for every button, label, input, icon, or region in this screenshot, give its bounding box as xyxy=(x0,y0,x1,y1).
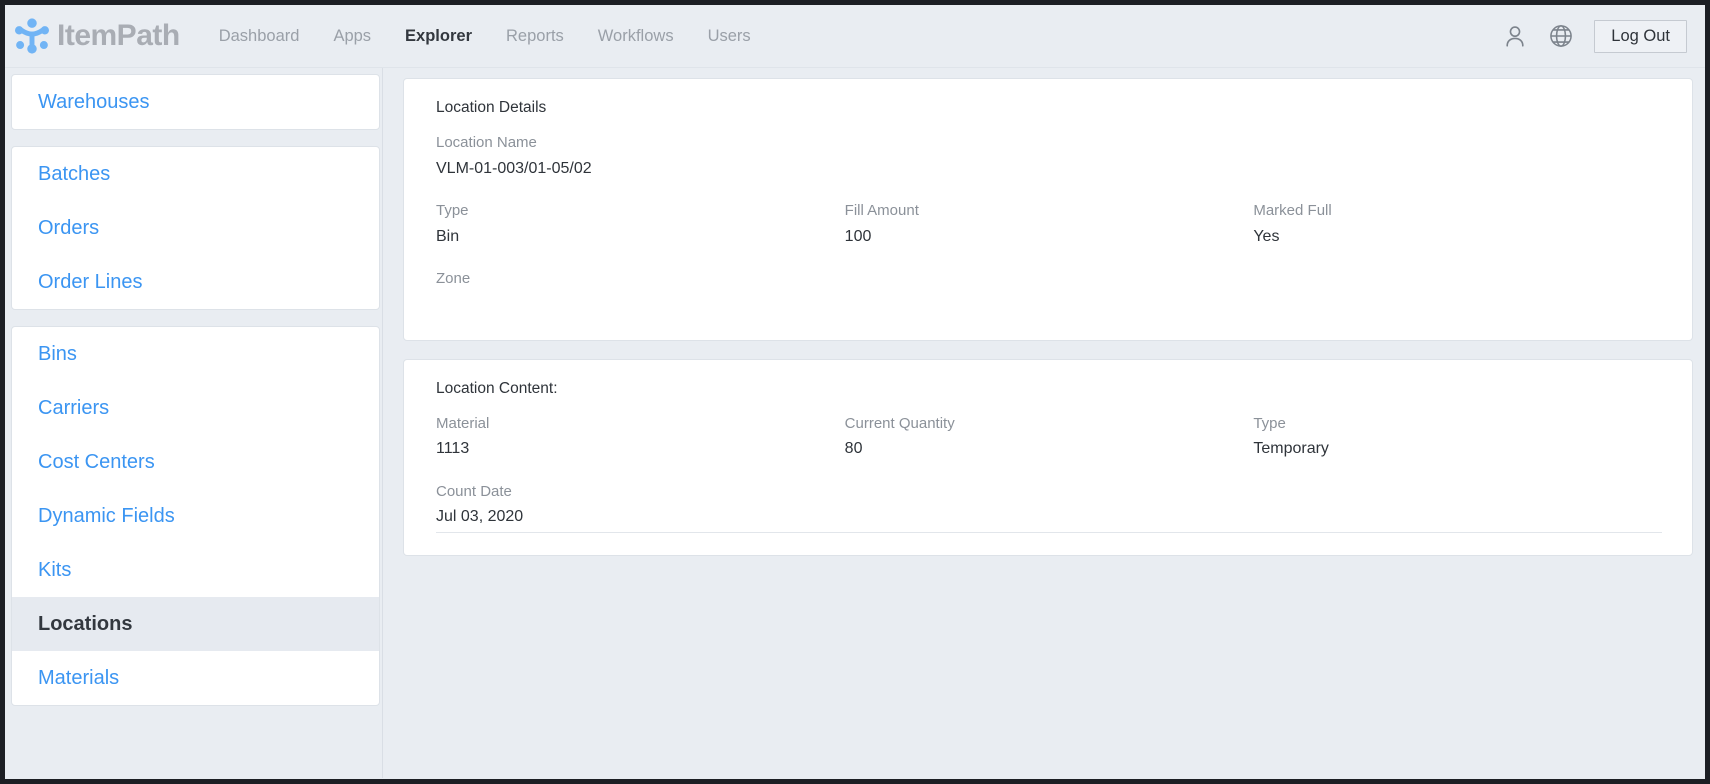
field-fill-amount: Fill Amount 100 xyxy=(845,201,1254,269)
header-actions: Log Out xyxy=(1502,19,1695,53)
main-navigation: Dashboard Apps Explorer Reports Workflow… xyxy=(202,21,768,52)
nav-item-workflows[interactable]: Workflows xyxy=(581,21,691,52)
main-content: Location Details Location Name VLM-01-00… xyxy=(383,68,1705,778)
field-marked-full: Marked Full Yes xyxy=(1253,201,1662,269)
sidebar-item-order-lines[interactable]: Order Lines xyxy=(12,255,379,309)
logout-button[interactable]: Log Out xyxy=(1594,19,1687,53)
field-value: Temporary xyxy=(1253,440,1329,458)
field-count-date: Count Date Jul 03, 2020 xyxy=(436,482,1662,536)
sidebar-group-warehouses: Warehouses xyxy=(11,74,380,130)
nav-item-users[interactable]: Users xyxy=(691,21,768,52)
sidebar-item-dynamic-fields[interactable]: Dynamic Fields xyxy=(12,489,379,543)
field-label: Count Date xyxy=(436,482,512,500)
brand-logo[interactable]: ItemPath xyxy=(13,17,180,55)
field-material: Material 1113 xyxy=(436,414,845,482)
content-row-2: Count Date Jul 03, 2020 xyxy=(436,482,1662,536)
field-value: VLM-01-003/01-05/02 xyxy=(436,159,592,177)
field-label: Zone xyxy=(436,270,471,288)
field-location-name: Location Name VLM-01-003/01-05/02 xyxy=(436,133,1662,201)
field-label: Material xyxy=(436,414,490,432)
sidebar-item-cost-centers[interactable]: Cost Centers xyxy=(12,435,379,489)
sidebar-group-orders: Batches Orders Order Lines xyxy=(11,146,380,310)
brand-name: ItemPath xyxy=(57,19,180,52)
field-value xyxy=(436,294,1662,314)
sidebar-item-materials[interactable]: Materials xyxy=(12,651,379,705)
field-value: 80 xyxy=(844,440,863,458)
nav-item-reports[interactable]: Reports xyxy=(489,21,581,52)
sidebar-group-inventory: Bins Carriers Cost Centers Dynamic Field… xyxy=(11,326,380,706)
details-row-1: Location Name VLM-01-003/01-05/02 xyxy=(436,133,1662,201)
content-row-1: Material 1113 Current Quantity 80 Type T… xyxy=(436,414,1662,482)
sidebar-item-carriers[interactable]: Carriers xyxy=(12,381,379,435)
sidebar-item-locations[interactable]: Locations xyxy=(12,597,379,651)
location-content-title: Location Content: xyxy=(436,379,558,397)
field-current-quantity: Current Quantity 80 xyxy=(845,414,1254,482)
nav-item-dashboard[interactable]: Dashboard xyxy=(202,21,317,52)
field-value: Jul 03, 2020 xyxy=(436,508,524,526)
user-icon[interactable] xyxy=(1502,23,1528,49)
top-header: ItemPath Dashboard Apps Explorer Reports… xyxy=(5,5,1705,68)
app-window: ItemPath Dashboard Apps Explorer Reports… xyxy=(5,5,1705,779)
field-label: Location Name xyxy=(436,134,537,151)
sidebar-navigation: Warehouses Batches Orders Order Lines Bi… xyxy=(5,68,383,778)
field-zone: Zone xyxy=(436,269,1662,318)
field-value: 1113 xyxy=(436,440,470,458)
nav-item-explorer[interactable]: Explorer xyxy=(388,21,489,52)
details-row-3: Zone xyxy=(436,269,1662,318)
globe-icon[interactable] xyxy=(1548,23,1574,49)
field-value: Bin xyxy=(436,227,460,245)
sidebar-item-bins[interactable]: Bins xyxy=(12,327,379,381)
field-label: Current Quantity xyxy=(844,414,955,432)
field-type: Type Bin xyxy=(436,201,845,269)
sidebar-item-kits[interactable]: Kits xyxy=(12,543,379,597)
location-content-card: Location Content: Material 1113 Current … xyxy=(403,358,1693,556)
nav-item-apps[interactable]: Apps xyxy=(316,21,388,52)
molecule-nodes-icon xyxy=(14,18,50,54)
field-content-type: Type Temporary xyxy=(1253,414,1662,482)
sidebar-item-orders[interactable]: Orders xyxy=(12,201,379,255)
field-value: Yes xyxy=(1253,227,1280,245)
details-row-2: Type Bin Fill Amount 100 Marked Full Yes xyxy=(436,201,1662,269)
field-value: 100 xyxy=(844,227,872,245)
field-label: Fill Amount xyxy=(844,202,919,220)
sidebar-item-batches[interactable]: Batches xyxy=(12,147,379,201)
page-body: Warehouses Batches Orders Order Lines Bi… xyxy=(5,68,1705,778)
location-details-title: Location Details xyxy=(436,99,547,116)
field-label: Marked Full xyxy=(1253,202,1332,220)
field-label: Type xyxy=(436,202,469,220)
field-label: Type xyxy=(1253,414,1286,432)
sidebar-item-warehouses[interactable]: Warehouses xyxy=(12,75,379,129)
location-details-card: Location Details Location Name VLM-01-00… xyxy=(403,78,1693,341)
